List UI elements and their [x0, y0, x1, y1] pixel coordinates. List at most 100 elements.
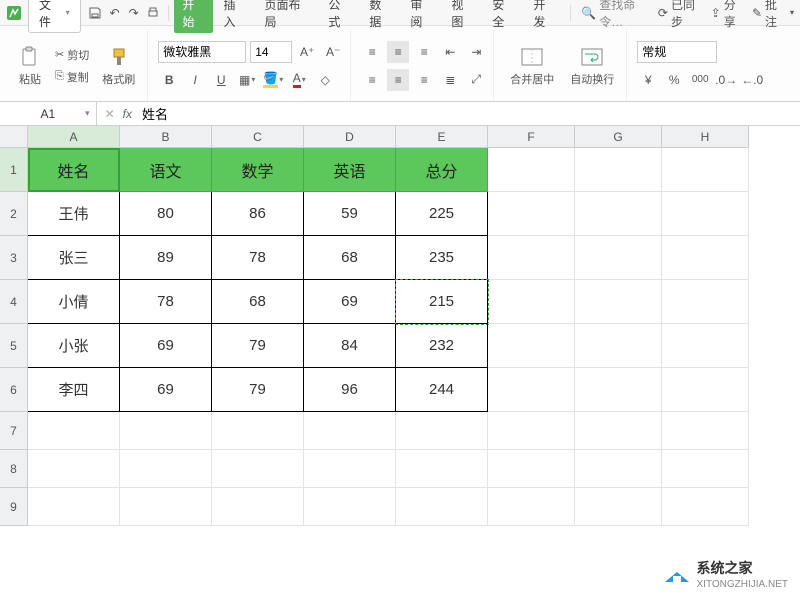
cell[interactable]: 69	[120, 324, 212, 368]
comment-button[interactable]: ✎批注▾	[752, 0, 794, 30]
cell[interactable]: 68	[304, 236, 396, 280]
increase-font-icon[interactable]: A⁺	[296, 41, 318, 63]
cancel-icon[interactable]: ✕	[105, 107, 115, 121]
col-header-F[interactable]: F	[488, 126, 575, 148]
redo-icon[interactable]: ↷	[125, 4, 142, 22]
cell[interactable]	[120, 450, 212, 488]
name-box[interactable]: A1	[0, 102, 97, 125]
save-icon[interactable]	[87, 4, 104, 22]
cell-D1[interactable]: 英语	[304, 148, 396, 192]
cell[interactable]	[28, 450, 120, 488]
cell[interactable]	[488, 368, 575, 412]
cell[interactable]	[575, 280, 662, 324]
cell[interactable]	[212, 412, 304, 450]
row-header-9[interactable]: 9	[0, 488, 28, 526]
col-header-B[interactable]: B	[120, 126, 212, 148]
cell[interactable]	[304, 488, 396, 526]
cell[interactable]: 79	[212, 368, 304, 412]
cell[interactable]	[304, 412, 396, 450]
cell[interactable]: 78	[212, 236, 304, 280]
cell-H1[interactable]	[662, 148, 749, 192]
cell[interactable]	[662, 488, 749, 526]
cell-C1[interactable]: 数学	[212, 148, 304, 192]
tab-view[interactable]: 视图	[443, 0, 482, 33]
cell[interactable]: 69	[120, 368, 212, 412]
cell[interactable]	[396, 488, 488, 526]
cell[interactable]	[212, 450, 304, 488]
merge-center-button[interactable]: 合并居中	[504, 41, 560, 91]
underline-button[interactable]: U	[210, 69, 232, 91]
cell-E1[interactable]: 总分	[396, 148, 488, 192]
cell[interactable]	[212, 488, 304, 526]
row-header-7[interactable]: 7	[0, 412, 28, 450]
col-header-G[interactable]: G	[575, 126, 662, 148]
tab-security[interactable]: 安全	[484, 0, 523, 33]
cell[interactable]: 李四	[28, 368, 120, 412]
formula-input[interactable]	[140, 104, 792, 123]
align-left-icon[interactable]: ≡	[361, 69, 383, 91]
sync-status[interactable]: ⟳已同步	[658, 0, 705, 30]
file-menu-button[interactable]: 文件 ▾	[28, 0, 81, 33]
cell[interactable]	[575, 324, 662, 368]
tab-formula[interactable]: 公式	[320, 0, 359, 33]
cell-G1[interactable]	[575, 148, 662, 192]
tab-review[interactable]: 审阅	[402, 0, 441, 33]
tab-data[interactable]: 数据	[361, 0, 400, 33]
paste-button[interactable]: 粘贴	[12, 41, 48, 91]
align-right-icon[interactable]: ≡	[413, 69, 435, 91]
cell[interactable]	[488, 192, 575, 236]
cell[interactable]	[662, 324, 749, 368]
cell[interactable]	[662, 192, 749, 236]
align-middle-icon[interactable]: ≡	[387, 41, 409, 63]
cell[interactable]	[575, 192, 662, 236]
row-header-1[interactable]: 1	[0, 148, 28, 192]
tab-insert[interactable]: 插入	[215, 0, 254, 33]
cell[interactable]	[662, 236, 749, 280]
cell[interactable]: 68	[212, 280, 304, 324]
cell[interactable]: 244	[396, 368, 488, 412]
cell[interactable]: 86	[212, 192, 304, 236]
distribute-icon[interactable]: ≣	[439, 69, 461, 91]
cell[interactable]	[662, 412, 749, 450]
border-button[interactable]: ▦	[236, 69, 258, 91]
cell[interactable]	[488, 236, 575, 280]
fill-color-button[interactable]: 🪣	[262, 69, 284, 91]
align-center-icon[interactable]: ≡	[387, 69, 409, 91]
cell[interactable]	[396, 450, 488, 488]
cell-F1[interactable]	[488, 148, 575, 192]
cell[interactable]: 小倩	[28, 280, 120, 324]
cell[interactable]	[488, 280, 575, 324]
decrease-decimal-icon[interactable]: ←.0	[741, 69, 763, 91]
print-icon[interactable]	[144, 4, 161, 22]
tab-start[interactable]: 开始	[174, 0, 213, 33]
copy-button[interactable]: ⎘复制	[52, 68, 92, 86]
cell[interactable]	[662, 368, 749, 412]
cell[interactable]	[575, 368, 662, 412]
cell[interactable]: 225	[396, 192, 488, 236]
col-header-H[interactable]: H	[662, 126, 749, 148]
cell[interactable]	[488, 488, 575, 526]
font-size-combo[interactable]	[250, 41, 292, 63]
cell[interactable]	[488, 412, 575, 450]
percent-icon[interactable]: %	[663, 69, 685, 91]
command-search[interactable]: 🔍 查找命令…	[581, 0, 656, 30]
col-header-C[interactable]: C	[212, 126, 304, 148]
cell[interactable]: 59	[304, 192, 396, 236]
select-all-corner[interactable]	[0, 126, 28, 148]
comma-icon[interactable]: 000	[689, 69, 711, 91]
bold-button[interactable]: B	[158, 69, 180, 91]
spreadsheet-grid[interactable]: A B C D E F G H 1 姓名 语文 数学 英语 总分 2 王伟 80…	[0, 126, 800, 526]
cell[interactable]: 80	[120, 192, 212, 236]
cell[interactable]: 张三	[28, 236, 120, 280]
row-header-3[interactable]: 3	[0, 236, 28, 280]
currency-icon[interactable]: ¥	[637, 69, 659, 91]
tab-dev[interactable]: 开发	[525, 0, 564, 33]
share-button[interactable]: ⇪分享	[711, 0, 746, 30]
fx-icon[interactable]: fx	[123, 107, 132, 121]
undo-icon[interactable]: ↶	[106, 4, 123, 22]
tab-page-layout[interactable]: 页面布局	[256, 0, 318, 33]
indent-decrease-icon[interactable]: ⇤	[439, 41, 461, 63]
cell[interactable]: 79	[212, 324, 304, 368]
cell-B1[interactable]: 语文	[120, 148, 212, 192]
cell-A1[interactable]: 姓名	[28, 148, 120, 192]
